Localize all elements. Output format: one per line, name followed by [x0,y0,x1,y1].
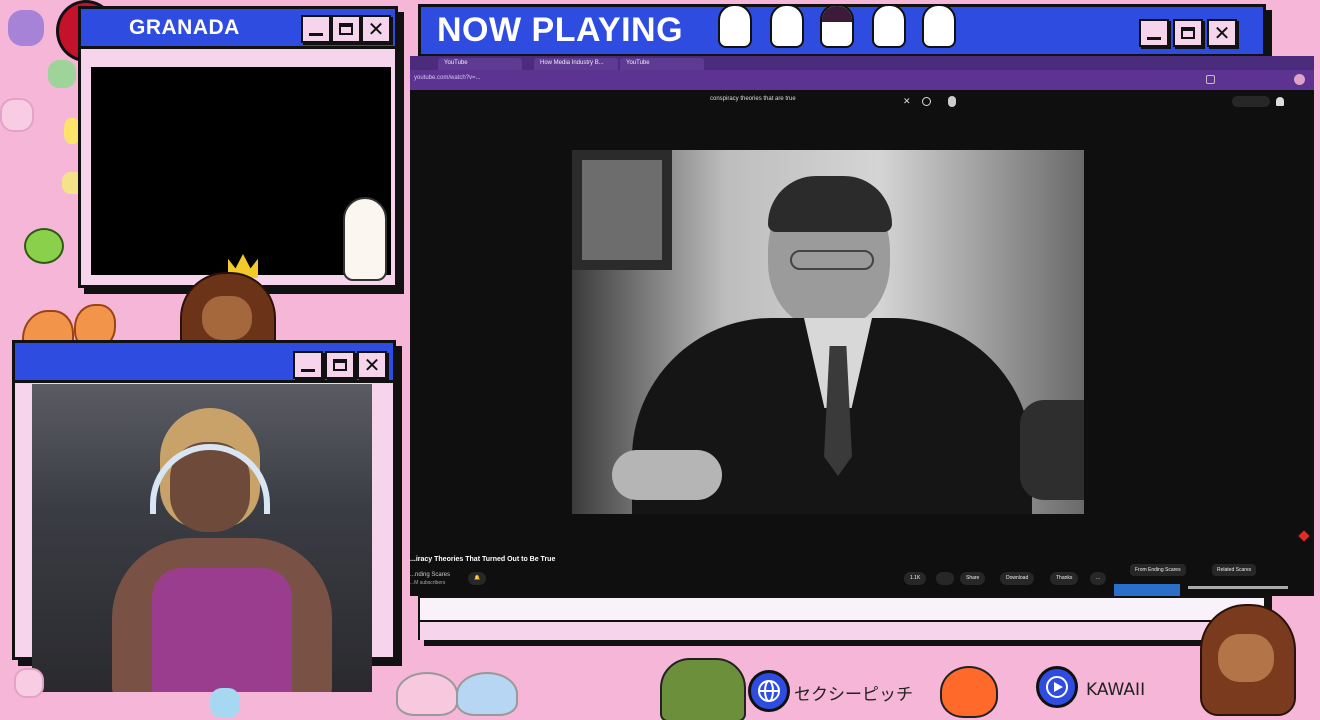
thumbnail-caption [1188,586,1288,589]
bell-icon: 🔔 [474,575,481,581]
live-heart-icon [1298,530,1310,542]
close-button[interactable]: ✕ [361,15,391,43]
maximize-button[interactable] [1173,19,1203,47]
bell-icon[interactable] [1276,97,1284,106]
address-bar[interactable]: youtube.com/watch?v=... [410,70,1314,90]
subscribers-count: ...M subscribers [410,580,446,586]
mascot-sticker [718,4,752,48]
tab-strip: YouTube How Media Industry B... YouTube [410,56,1314,70]
flower-sticker [48,60,76,88]
link-button-1[interactable] [748,670,790,712]
maximize-button[interactable] [325,351,355,379]
maximize-button[interactable] [331,15,361,43]
minimize-button[interactable] [301,15,331,43]
now-playing-status-strip [420,596,1264,620]
close-icon: ✕ [367,17,385,41]
mascot-sticker [922,4,956,48]
robot-sticker [660,658,746,720]
now-playing-title: NOW PLAYING [437,11,684,49]
search-icon[interactable] [922,97,931,106]
character-face [202,296,252,340]
more-actions-button[interactable]: ... [1090,572,1107,585]
granada-title: GRANADA [129,15,240,39]
channel-name[interactable]: ...nding Scares [410,572,450,578]
bottom-bar: セクシーピッチ KAWAII [410,604,1320,720]
blob-sticker [456,672,518,716]
video-player[interactable] [572,150,1084,514]
maximize-icon [333,359,347,371]
minimize-icon [1147,36,1161,40]
mascot-sticker [820,4,854,48]
hand [612,450,722,500]
download-button[interactable]: Download [1000,572,1035,585]
picture-frame [572,150,672,270]
link-label-2[interactable]: KAWAII [1086,680,1145,700]
minimize-icon [309,32,323,36]
link-button-2[interactable] [1036,666,1078,708]
like-button[interactable]: 1.1K [904,572,927,585]
clear-search-icon[interactable]: ✕ [903,96,911,107]
blob-sticker [396,672,458,716]
create-button[interactable] [1232,96,1270,107]
chair [1020,400,1084,500]
cat-mascot-sticker [343,197,387,281]
globe-icon [758,680,780,702]
extensions-icon[interactable] [1206,75,1215,84]
flower-sticker [14,668,44,698]
close-button[interactable]: ✕ [1207,19,1237,47]
fruit-mascot-sticker [24,228,64,264]
flower-sticker [8,10,44,46]
minimize-button[interactable] [293,351,323,379]
now-playing-footer [420,620,1264,640]
related-chip[interactable]: From Ending Scares [1130,564,1186,576]
thanks-button[interactable]: Thanks [1050,572,1079,585]
maximize-icon [339,23,353,35]
link-label-1[interactable]: セクシーピッチ [794,680,913,705]
dislike-button[interactable] [936,572,954,585]
granada-window: GRANADA ✕ [78,6,398,288]
flame-sticker [940,666,998,718]
close-icon: ✕ [363,353,381,377]
play-icon [1046,676,1068,698]
browser-window: YouTube How Media Industry B... YouTube … [410,56,1314,596]
profile-icon[interactable] [1294,74,1305,85]
glasses [790,250,874,270]
mascot-sticker [872,4,906,48]
share-button[interactable]: Share [960,572,986,585]
mic-icon[interactable] [948,96,956,107]
minimize-button[interactable] [1139,19,1169,47]
close-icon: ✕ [1213,21,1231,45]
browser-tab[interactable]: YouTube [620,58,704,70]
thumbnail[interactable] [1114,584,1180,596]
webcam-feed [32,384,372,692]
maximize-icon [1181,27,1195,39]
flower-sticker [210,688,240,718]
video-title: ...iracy Theories That Turned Out to Be … [410,556,556,563]
address-text: youtube.com/watch?v=... [414,75,481,81]
close-button[interactable]: ✕ [357,351,387,379]
browser-tab[interactable]: How Media Industry B... [534,58,618,70]
minimize-icon [301,368,315,372]
mascot-sticker [770,4,804,48]
notification-button[interactable]: 🔔 [468,572,487,585]
browser-tab[interactable]: YouTube [438,58,522,70]
flower-sticker [0,98,34,132]
webcam-person [112,408,332,692]
character-face [1218,634,1274,682]
related-chip[interactable]: Related Scares [1212,564,1257,576]
